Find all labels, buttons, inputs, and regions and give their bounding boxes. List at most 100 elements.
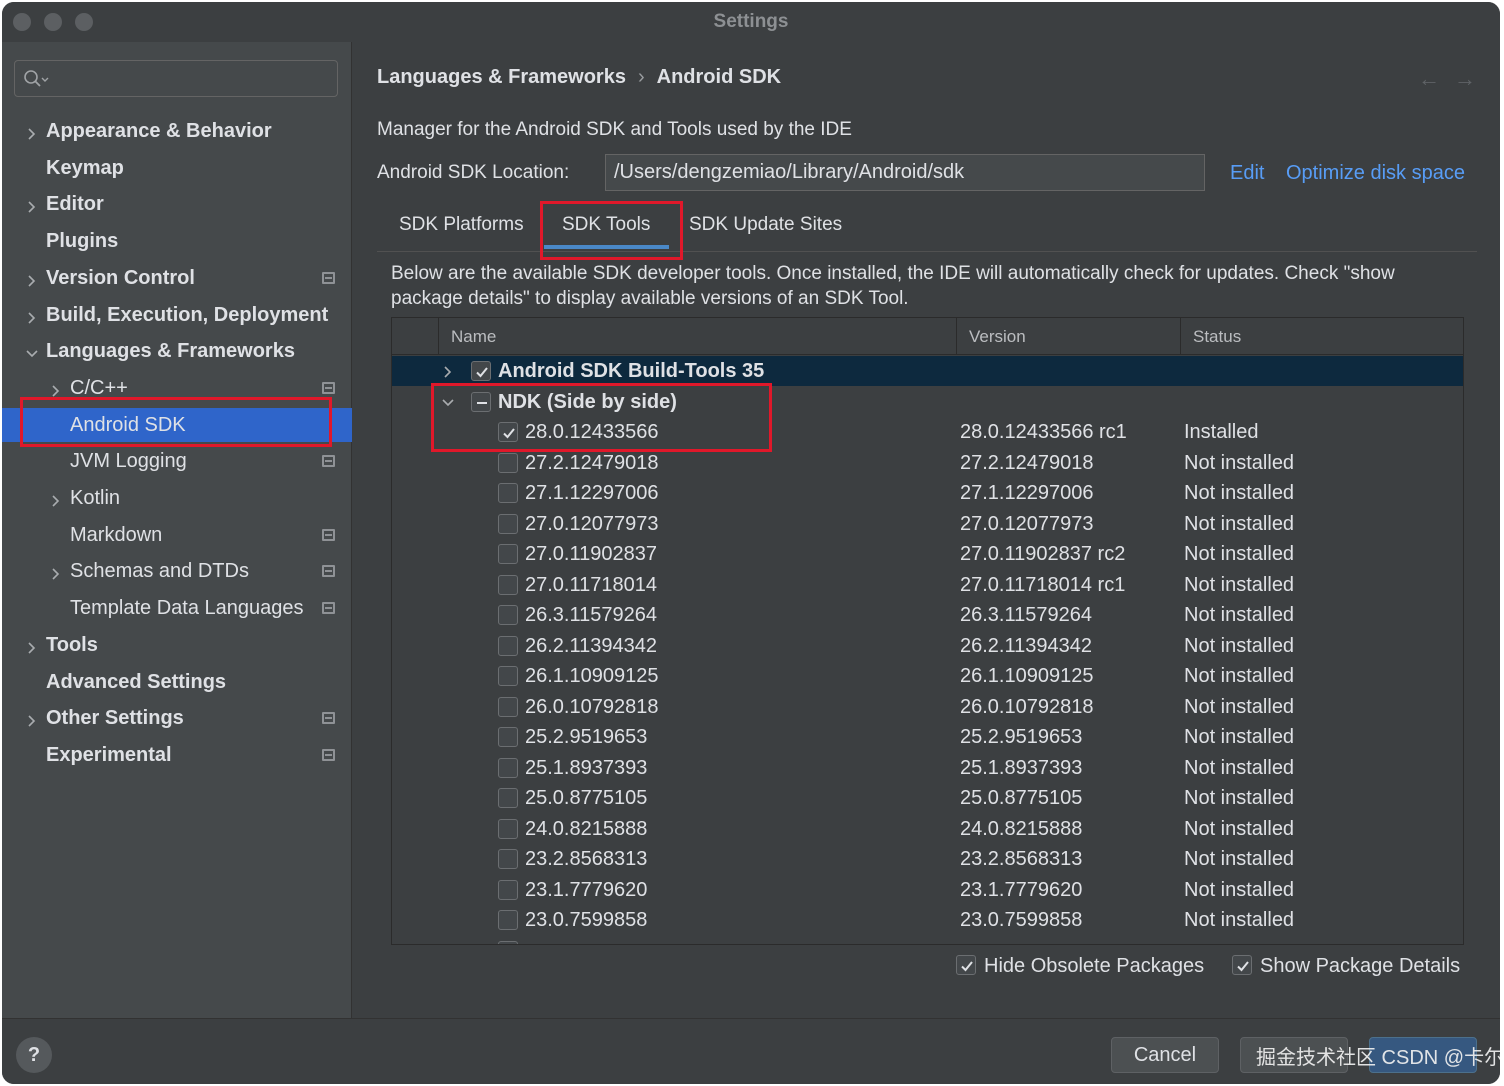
- project-level-icon: [322, 455, 335, 468]
- package-checkbox[interactable]: [498, 788, 518, 808]
- forward-arrow-icon[interactable]: →: [1454, 66, 1490, 91]
- table-group-row[interactable]: Android SDK Build-Tools 35: [392, 356, 1463, 386]
- project-level-icon: [322, 602, 335, 615]
- group-checkbox[interactable]: [471, 361, 491, 381]
- table-row[interactable]: 27.0.12077973 27.0.12077973 Not installed: [392, 509, 1463, 539]
- chevron-right-icon[interactable]: [22, 121, 42, 141]
- optimize-disk-space-link[interactable]: Optimize disk space: [1286, 162, 1465, 185]
- package-checkbox[interactable]: [498, 727, 518, 747]
- breadcrumb-current: Android SDK: [656, 66, 782, 88]
- package-name: 23.0.7599858: [525, 909, 648, 931]
- table-row[interactable]: 23.2.8568313 23.2.8568313 Not installed: [392, 844, 1463, 874]
- project-level-icon: [322, 565, 335, 578]
- chevron-right-icon[interactable]: [22, 194, 42, 214]
- edit-link[interactable]: Edit: [1230, 162, 1264, 185]
- package-version: 23.0.7599858: [960, 909, 1083, 931]
- sidebar-item-schemas-and-dtds[interactable]: Schemas and DTDs: [2, 554, 352, 588]
- package-version: 27.0.11902837 rc2: [960, 543, 1126, 565]
- package-version: 24.0.8215888: [960, 817, 1083, 840]
- package-checkbox[interactable]: [498, 849, 518, 869]
- package-checkbox[interactable]: [498, 879, 518, 900]
- package-version: 23.2.8568313: [960, 848, 1083, 870]
- table-row[interactable]: 23.0.7599858 23.0.7599858 Not installed: [392, 905, 1463, 935]
- table-row[interactable]: 23.1.7779620 23.1.7779620 Not installed: [392, 875, 1463, 905]
- annotation-box-android-sdk: [20, 397, 332, 447]
- package-checkbox[interactable]: [498, 605, 518, 625]
- package-checkbox[interactable]: [498, 544, 518, 564]
- package-version: 25.0.8775105: [960, 787, 1083, 809]
- package-checkbox[interactable]: [498, 574, 518, 595]
- chevron-down-icon[interactable]: [22, 341, 42, 361]
- chevron-right-icon[interactable]: [22, 708, 42, 728]
- sidebar-item-advanced-settings[interactable]: Advanced Settings: [2, 665, 352, 699]
- package-checkbox[interactable]: [498, 910, 518, 930]
- package-status: Not installed: [1184, 543, 1295, 565]
- sidebar-item-tools[interactable]: Tools: [2, 628, 352, 662]
- table-row[interactable]: 27.1.12297006 27.1.12297006 Not installed: [392, 478, 1463, 508]
- sidebar-item-editor[interactable]: Editor: [2, 187, 352, 221]
- breadcrumb-parent[interactable]: Languages & Frameworks: [377, 66, 626, 88]
- table-row[interactable]: 25.2.9519653 25.2.9519653 Not installed: [392, 722, 1463, 752]
- package-checkbox[interactable]: [498, 757, 518, 778]
- table-row[interactable]: 24.0.8215888 24.0.8215888 Not installed: [392, 814, 1463, 844]
- chevron-right-icon[interactable]: [46, 561, 66, 581]
- package-name: 27.2.12479018: [525, 451, 659, 474]
- package-checkbox[interactable]: [498, 818, 518, 839]
- show-details-option[interactable]: Show Package Details: [1232, 955, 1460, 978]
- show-details-checkbox[interactable]: [1232, 955, 1252, 975]
- sidebar-item-label: Advanced Settings: [46, 670, 227, 693]
- chevron-right-icon[interactable]: [22, 268, 42, 288]
- chevron-right-icon[interactable]: [46, 378, 66, 398]
- sidebar-item-other-settings[interactable]: Other Settings: [2, 701, 352, 735]
- tab-sdk-platforms[interactable]: SDK Platforms: [399, 214, 524, 236]
- table-row[interactable]: 26.2.11394342 26.2.11394342 Not installed: [392, 631, 1463, 661]
- sidebar-item-languages-frameworks[interactable]: Languages & Frameworks: [2, 334, 352, 368]
- sidebar-item-kotlin[interactable]: Kotlin: [2, 481, 352, 515]
- package-checkbox[interactable]: [498, 696, 518, 717]
- checkmark-icon: [961, 961, 973, 972]
- sidebar-item-jvm-logging[interactable]: JVM Logging: [2, 444, 352, 478]
- column-header-status[interactable]: Status: [1180, 318, 1463, 355]
- breadcrumb: Languages & Frameworks › Android SDK: [377, 66, 781, 89]
- package-checkbox[interactable]: [498, 666, 518, 686]
- column-header-version[interactable]: Version: [956, 318, 1180, 355]
- table-row[interactable]: 26.3.11579264 26.3.11579264 Not installed: [392, 600, 1463, 630]
- search-input[interactable]: [14, 60, 338, 97]
- help-button[interactable]: ?: [16, 1037, 52, 1073]
- cancel-button[interactable]: Cancel: [1111, 1037, 1219, 1073]
- chevron-right-icon[interactable]: [438, 361, 458, 381]
- package-checkbox[interactable]: [498, 452, 518, 473]
- sdk-location-field[interactable]: /Users/dengzemiao/Library/Android/sdk: [605, 154, 1205, 191]
- table-row[interactable]: 25.0.8775105 25.0.8775105 Not installed: [392, 783, 1463, 813]
- sidebar-item-plugins[interactable]: Plugins: [2, 224, 352, 258]
- table-row[interactable]: 27.0.11902837 27.0.11902837 rc2 Not instal…: [392, 539, 1463, 569]
- package-checkbox[interactable]: [498, 635, 518, 656]
- package-checkbox[interactable]: [498, 940, 518, 944]
- project-level-icon: [322, 712, 335, 725]
- table-row[interactable]: 26.0.10792818 26.0.10792818 Not installed: [392, 692, 1463, 722]
- back-arrow-icon[interactable]: ←: [1418, 66, 1454, 91]
- hide-obsolete-option[interactable]: Hide Obsolete Packages: [956, 955, 1204, 978]
- chevron-right-icon[interactable]: [22, 305, 42, 325]
- sidebar-item-experimental[interactable]: Experimental: [2, 738, 352, 772]
- table-row[interactable]: 25.1.8937393 25.1.8937393 Not installed: [392, 753, 1463, 783]
- package-checkbox[interactable]: [498, 483, 518, 503]
- sidebar-item-build-execution-deployment[interactable]: Build, Execution, Deployment: [2, 298, 352, 332]
- sidebar-item-markdown[interactable]: Markdown: [2, 518, 352, 552]
- sidebar-item-label: Version Control: [46, 266, 195, 289]
- sidebar-item-appearance-behavior[interactable]: Appearance & Behavior: [2, 114, 352, 148]
- hide-obsolete-checkbox[interactable]: [956, 955, 976, 975]
- sidebar-item-keymap[interactable]: Keymap: [2, 151, 352, 185]
- package-name: 27.0.11902837: [525, 543, 657, 565]
- tab-sdk-update-sites[interactable]: SDK Update Sites: [689, 214, 842, 236]
- table-row[interactable]: 26.1.10909125 26.1.10909125 Not installed: [392, 661, 1463, 691]
- package-checkbox[interactable]: [498, 513, 518, 534]
- sidebar-item-version-control[interactable]: Version Control: [2, 261, 352, 295]
- sidebar-item-template-data-languages[interactable]: Template Data Languages: [2, 591, 352, 625]
- table-row[interactable]: 27.0.11718014 27.0.11718014 rc1 Not instal…: [392, 570, 1463, 600]
- chevron-right-icon[interactable]: [22, 635, 42, 655]
- table-row[interactable]: 27.2.12479018 27.2.12479018 Not installed: [392, 448, 1463, 478]
- column-header-name[interactable]: Name: [438, 318, 956, 355]
- window-title: Settings: [713, 11, 789, 32]
- chevron-right-icon[interactable]: [46, 488, 66, 508]
